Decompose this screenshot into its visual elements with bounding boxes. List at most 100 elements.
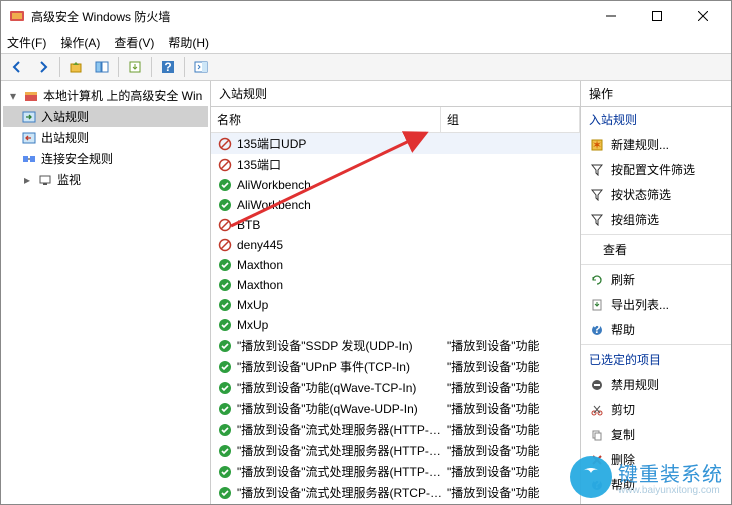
rule-row[interactable]: AliWorkbench xyxy=(211,195,580,215)
forward-button[interactable] xyxy=(31,56,55,78)
rule-name: BTB xyxy=(237,218,447,232)
help-icon: ? xyxy=(589,477,605,493)
toolbar-separator xyxy=(151,57,152,77)
tree-monitor-label: 监视 xyxy=(57,171,81,188)
rule-row[interactable]: 135端口 xyxy=(211,154,580,175)
rule-group: "播放到设备"功能 xyxy=(447,400,574,417)
firewall-icon xyxy=(23,88,39,104)
action-pane-button[interactable] xyxy=(189,56,213,78)
toolbar-separator xyxy=(184,57,185,77)
action-export[interactable]: 导出列表... xyxy=(581,292,731,317)
export-button[interactable] xyxy=(123,56,147,78)
rule-row[interactable]: BTB xyxy=(211,215,580,235)
rule-row[interactable]: MxUp xyxy=(211,295,580,315)
rule-name: "播放到设备"功能(qWave-UDP-In) xyxy=(237,400,447,417)
menu-action[interactable]: 操作(A) xyxy=(60,34,100,51)
rules-rows: 135端口UDP 135端口 AliWorkbench AliWorkbench BTB… xyxy=(211,133,580,504)
rule-row[interactable]: Maxthon xyxy=(211,255,580,275)
menu-view[interactable]: 查看(V) xyxy=(114,34,154,51)
col-group[interactable]: 组 xyxy=(441,107,580,132)
allow-icon xyxy=(217,401,233,417)
rule-row[interactable]: "播放到设备"流式处理服务器(HTTP-Stre..."播放到设备"功能 xyxy=(211,419,580,440)
minimize-button[interactable] xyxy=(597,6,625,26)
tree-monitoring[interactable]: ▸ 监视 xyxy=(3,169,208,190)
rule-group: "播放到设备"功能 xyxy=(447,379,574,396)
rule-row[interactable]: "播放到设备"流式处理服务器(HTTP-Stre..."播放到设备"功能 xyxy=(211,440,580,461)
allow-icon xyxy=(217,277,233,293)
rule-row[interactable]: AliWorkbench xyxy=(211,175,580,195)
rule-row[interactable]: deny445 xyxy=(211,235,580,255)
rule-row[interactable]: "播放到设备"流式处理服务器(RTCP-Stre..."播放到设备"功能 xyxy=(211,482,580,503)
block-icon xyxy=(217,217,233,233)
rule-name: "播放到设备"流式处理服务器(HTTP-Stre... xyxy=(237,463,447,480)
action-delete[interactable]: 删除 xyxy=(581,447,731,472)
tree-inbound-label: 入站规则 xyxy=(41,108,89,125)
rule-name: AliWorkbench xyxy=(237,198,447,212)
toolbar-separator xyxy=(118,57,119,77)
allow-icon xyxy=(217,297,233,313)
action-filter-state[interactable]: 按状态筛选 xyxy=(581,182,731,207)
rule-row[interactable]: "播放到设备"SSDP 发现(UDP-In)"播放到设备"功能 xyxy=(211,335,580,356)
svg-text:?: ? xyxy=(593,479,600,491)
rule-name: "播放到设备"功能(qWave-TCP-In) xyxy=(237,379,447,396)
filter-icon xyxy=(589,162,605,178)
tree-root-label: 本地计算机 上的高级安全 Win xyxy=(43,87,202,104)
block-icon xyxy=(217,157,233,173)
rule-group: "播放到设备"功能 xyxy=(447,337,574,354)
action-new-rule[interactable]: ✶新建规则... xyxy=(581,132,731,157)
new-rule-icon: ✶ xyxy=(589,137,605,153)
rule-name: "播放到设备"流式处理服务器(RTCP-Stre... xyxy=(237,484,447,501)
filter-icon xyxy=(589,187,605,203)
allow-icon xyxy=(217,443,233,459)
rule-row[interactable]: "播放到设备"功能(qWave-UDP-In)"播放到设备"功能 xyxy=(211,398,580,419)
rule-name: Maxthon xyxy=(237,258,447,272)
menu-file[interactable]: 文件(F) xyxy=(7,34,46,51)
action-help2[interactable]: ?帮助 xyxy=(581,472,731,497)
window-controls xyxy=(597,6,717,26)
rule-row[interactable]: MxUp xyxy=(211,315,580,335)
action-disable[interactable]: 禁用规则 xyxy=(581,372,731,397)
close-button[interactable] xyxy=(689,6,717,26)
rule-group: "播放到设备"功能 xyxy=(447,358,574,375)
consec-icon xyxy=(21,151,37,167)
rule-name: "播放到设备"UPnP 事件(TCP-In) xyxy=(237,358,447,375)
rule-name: "播放到设备"流式处理服务器(HTTP-Stre... xyxy=(237,442,447,459)
rules-list-pane: 入站规则 名称 组 135端口UDP135端口AliWorkbenchAliWo… xyxy=(211,81,581,504)
copy-icon xyxy=(589,427,605,443)
tree-root[interactable]: ▾ 本地计算机 上的高级安全 Win xyxy=(3,85,208,106)
title-bar: 高级安全 Windows 防火墙 xyxy=(1,1,731,31)
rule-group: "播放到设备"功能 xyxy=(447,484,574,501)
rule-name: AliWorkbench xyxy=(237,178,447,192)
maximize-button[interactable] xyxy=(643,6,671,26)
menu-bar: 文件(F) 操作(A) 查看(V) 帮助(H) xyxy=(1,31,731,53)
action-filter-profile[interactable]: 按配置文件筛选 xyxy=(581,157,731,182)
help-button[interactable]: ? xyxy=(156,56,180,78)
tree-inbound-rules[interactable]: 入站规则 xyxy=(3,106,208,127)
action-refresh[interactable]: 刷新 xyxy=(581,267,731,292)
allow-icon xyxy=(217,359,233,375)
tree-connection-security[interactable]: 连接安全规则 xyxy=(3,148,208,169)
action-copy[interactable]: 复制 xyxy=(581,422,731,447)
rule-row[interactable]: Maxthon xyxy=(211,275,580,295)
rule-row[interactable]: "播放到设备"流式处理服务器(HTTP-Stre..."播放到设备"功能 xyxy=(211,461,580,482)
action-cut[interactable]: 剪切 xyxy=(581,397,731,422)
up-button[interactable] xyxy=(64,56,88,78)
divider xyxy=(581,234,731,235)
collapse-icon[interactable]: ▾ xyxy=(7,89,19,103)
show-hide-tree-button[interactable] xyxy=(90,56,114,78)
action-view[interactable]: 查看 xyxy=(581,237,731,262)
rule-name: Maxthon xyxy=(237,278,447,292)
tree-outbound-rules[interactable]: 出站规则 xyxy=(3,127,208,148)
action-filter-group[interactable]: 按组筛选 xyxy=(581,207,731,232)
expand-icon[interactable]: ▸ xyxy=(21,173,33,187)
action-help[interactable]: ?帮助 xyxy=(581,317,731,342)
col-name[interactable]: 名称 xyxy=(211,107,441,132)
rule-group: "播放到设备"功能 xyxy=(447,463,574,480)
rule-name: 135端口 xyxy=(237,156,447,173)
back-button[interactable] xyxy=(5,56,29,78)
rule-name: deny445 xyxy=(237,238,447,252)
menu-help[interactable]: 帮助(H) xyxy=(168,34,209,51)
rule-row[interactable]: "播放到设备"UPnP 事件(TCP-In)"播放到设备"功能 xyxy=(211,356,580,377)
rule-row[interactable]: 135端口UDP xyxy=(211,133,580,154)
rule-row[interactable]: "播放到设备"功能(qWave-TCP-In)"播放到设备"功能 xyxy=(211,377,580,398)
